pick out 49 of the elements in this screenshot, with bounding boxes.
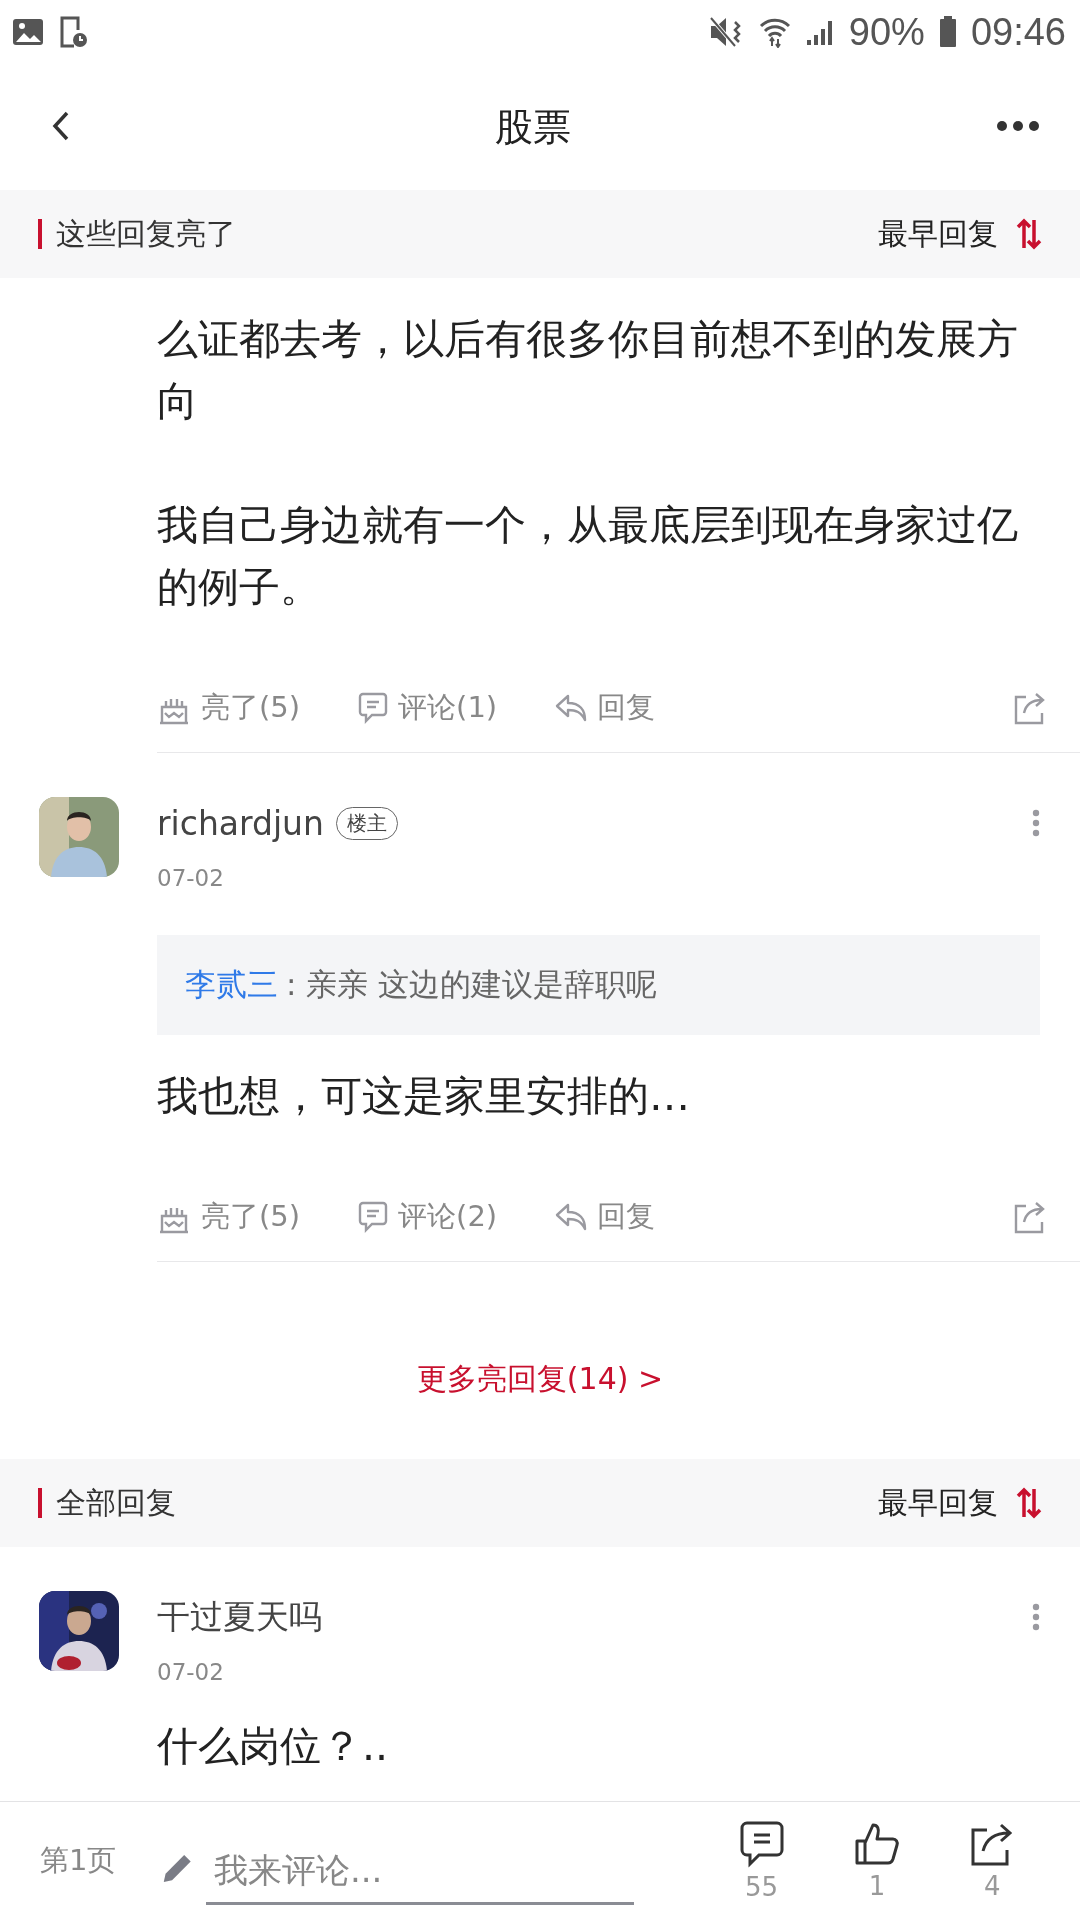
screen-timer-icon xyxy=(58,16,88,48)
clock: 09:46 xyxy=(970,10,1066,54)
page-indicator[interactable]: 第1页 xyxy=(40,1841,117,1881)
reply-button[interactable]: 回复 xyxy=(555,1197,656,1237)
speech-bubble-icon xyxy=(358,692,389,724)
light-button[interactable]: 亮了(5) xyxy=(157,1197,301,1237)
image-icon xyxy=(12,18,44,46)
thumbs-up-icon xyxy=(853,1821,900,1867)
reply-arrow-icon xyxy=(555,1202,588,1232)
like-button[interactable]: 1 xyxy=(819,1821,935,1901)
speech-bubble-icon xyxy=(358,1201,389,1233)
quoted-text: : 亲亲 这边的建议是辞职呢 xyxy=(286,965,658,1004)
wifi-icon xyxy=(758,16,791,48)
reply-text: 么证都去考，以后有很多你目前想不到的发展方向 xyxy=(157,314,1019,427)
section-title: 这些回复亮了 xyxy=(56,214,237,253)
sort-toggle[interactable]: 最早回复 xyxy=(878,1482,1042,1524)
section-title: 全部回复 xyxy=(56,1483,177,1522)
more-vertical-icon xyxy=(1032,1603,1040,1631)
more-icon xyxy=(996,119,1040,132)
reply-text: 我也想，可这是家里安排的… xyxy=(157,1071,691,1122)
share-icon xyxy=(1012,1200,1046,1234)
more-replies-link[interactable]: 更多亮回复(14) > xyxy=(410,1358,670,1401)
author-name[interactable]: 干过夏天吗 xyxy=(157,1594,322,1640)
battery-percent: 90% xyxy=(848,10,925,54)
page-title: 股票 xyxy=(495,103,571,151)
light-button[interactable]: 亮了(5) xyxy=(157,688,301,728)
share-icon xyxy=(1012,691,1046,725)
reply-arrow-icon xyxy=(555,693,588,723)
comment-icon xyxy=(738,1820,785,1868)
quoted-author[interactable]: 李贰三 xyxy=(185,964,278,1006)
battery-icon xyxy=(938,16,957,48)
share-button[interactable]: 4 xyxy=(934,1821,1050,1901)
post-date: 07-02 xyxy=(157,1659,225,1685)
reply-button[interactable]: 回复 xyxy=(555,688,656,728)
sort-icon xyxy=(1016,1487,1042,1519)
comment-button[interactable]: 评论(2) xyxy=(358,1197,498,1237)
more-vertical-icon xyxy=(1032,809,1040,837)
share-button[interactable] xyxy=(1012,1200,1046,1234)
author-name[interactable]: richardjun xyxy=(157,803,324,843)
reply-text: 什么岗位？.. xyxy=(157,1721,390,1772)
sort-toggle[interactable]: 最早回复 xyxy=(878,213,1042,255)
comment-field[interactable]: 我来评论... xyxy=(205,1837,634,1905)
back-icon xyxy=(52,110,70,141)
comments-button[interactable]: 55 xyxy=(703,1820,820,1902)
sort-icon xyxy=(1016,218,1042,250)
reply-text: 我自己身边就有一个，从最底层到现在身家过亿的例子。 xyxy=(157,500,1019,613)
comment-button[interactable]: 评论(1) xyxy=(358,688,498,728)
share-button[interactable] xyxy=(1012,691,1046,725)
post-date: 07-02 xyxy=(157,865,225,891)
